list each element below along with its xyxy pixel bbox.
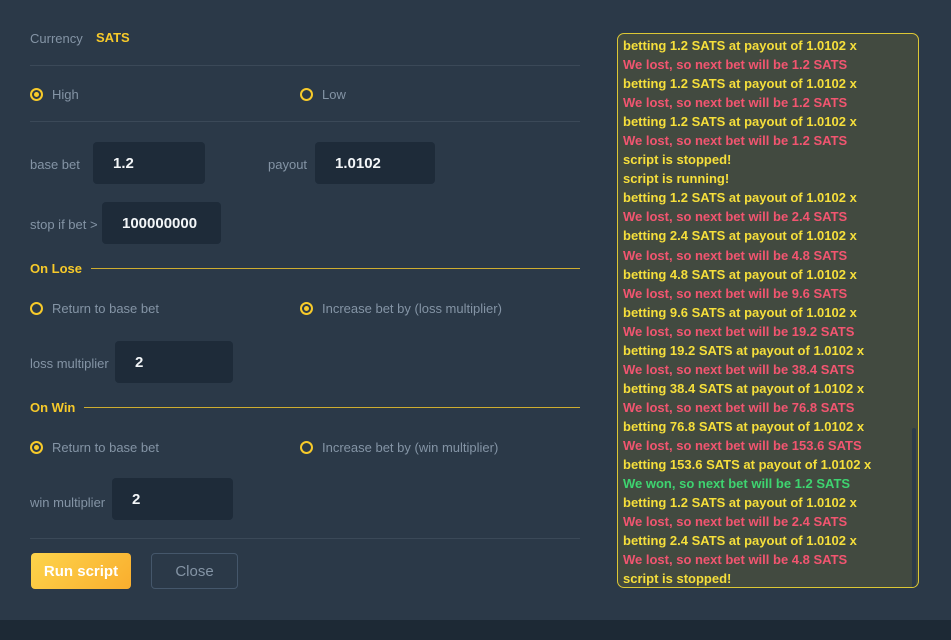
on-lose-heading-text: On Lose (30, 261, 82, 276)
log-line-bet: betting 1.2 SATS at payout of 1.0102 x (623, 74, 912, 93)
log-line-bet: betting 1.2 SATS at payout of 1.0102 x (623, 188, 912, 207)
log-line-bet: betting 9.6 SATS at payout of 1.0102 x (623, 303, 912, 322)
log-line-status: script is stopped! (623, 150, 912, 169)
log-line-lose: We lost, so next bet will be 19.2 SATS (623, 322, 912, 341)
currency-selected-value[interactable]: SATS (96, 30, 130, 45)
base-bet-label: base bet (30, 157, 80, 172)
log-line-bet: betting 19.2 SATS at payout of 1.0102 x (623, 341, 912, 360)
radio-high-label: High (52, 87, 79, 102)
bet-direction-low-option[interactable]: Low (300, 87, 346, 102)
radio-lose-return-label: Return to base bet (52, 301, 159, 316)
log-line-bet: betting 2.4 SATS at payout of 1.0102 x (623, 531, 912, 550)
radio-low-icon (300, 88, 313, 101)
radio-high-icon (30, 88, 43, 101)
on-lose-heading: On Lose (30, 261, 580, 276)
script-log-console[interactable]: betting 1.2 SATS at payout of 1.0102 xWe… (617, 33, 919, 588)
divider (30, 121, 580, 122)
divider (30, 538, 580, 539)
log-line-bet: betting 2.4 SATS at payout of 1.0102 x (623, 226, 912, 245)
radio-low-label: Low (322, 87, 346, 102)
win-multiplier-label: win multiplier (30, 495, 105, 510)
log-line-status: script is running! (623, 169, 912, 188)
log-line-bet: betting 1.2 SATS at payout of 1.0102 x (623, 112, 912, 131)
log-line-bet: betting 1.2 SATS at payout of 1.0102 x (623, 36, 912, 55)
log-line-lose: We lost, so next bet will be 1.2 SATS (623, 93, 912, 112)
log-line-bet: betting 4.8 SATS at payout of 1.0102 x (623, 265, 912, 284)
log-line-lose: We lost, so next bet will be 4.8 SATS (623, 550, 912, 569)
base-bet-input[interactable] (93, 142, 205, 184)
on-win-return-option[interactable]: Return to base bet (30, 440, 159, 455)
run-script-button[interactable]: Run script (31, 553, 131, 589)
footer-bar (0, 620, 951, 640)
on-lose-return-option[interactable]: Return to base bet (30, 301, 159, 316)
on-win-heading: On Win (30, 400, 580, 415)
log-scrollbar-thumb[interactable] (912, 428, 916, 588)
log-line-bet: betting 38.4 SATS at payout of 1.0102 x (623, 379, 912, 398)
stop-if-bet-label: stop if bet > (30, 217, 98, 232)
heading-rule (84, 407, 580, 408)
radio-lose-increase-icon (300, 302, 313, 315)
radio-win-return-label: Return to base bet (52, 440, 159, 455)
radio-win-increase-label: Increase bet by (win multiplier) (322, 440, 498, 455)
close-button[interactable]: Close (151, 553, 238, 589)
win-multiplier-input[interactable] (112, 478, 233, 520)
payout-label: payout (268, 157, 307, 172)
log-line-bet: betting 76.8 SATS at payout of 1.0102 x (623, 417, 912, 436)
loss-multiplier-input[interactable] (115, 341, 233, 383)
log-line-bet: betting 1.2 SATS at payout of 1.0102 x (623, 493, 912, 512)
heading-rule (91, 268, 580, 269)
log-line-bet: betting 153.6 SATS at payout of 1.0102 x (623, 455, 912, 474)
log-line-lose: We lost, so next bet will be 2.4 SATS (623, 207, 912, 226)
log-line-lose: We lost, so next bet will be 1.2 SATS (623, 55, 912, 74)
log-line-lose: We lost, so next bet will be 153.6 SATS (623, 436, 912, 455)
log-line-lose: We lost, so next bet will be 1.2 SATS (623, 131, 912, 150)
log-line-lose: We lost, so next bet will be 38.4 SATS (623, 360, 912, 379)
payout-input[interactable] (315, 142, 435, 184)
bet-direction-high-option[interactable]: High (30, 87, 79, 102)
currency-label: Currency (30, 31, 83, 46)
log-line-win: We won, so next bet will be 1.2 SATS (623, 474, 912, 493)
radio-win-increase-icon (300, 441, 313, 454)
on-win-heading-text: On Win (30, 400, 75, 415)
radio-lose-increase-label: Increase bet by (loss multiplier) (322, 301, 502, 316)
log-line-lose: We lost, so next bet will be 76.8 SATS (623, 398, 912, 417)
loss-multiplier-label: loss multiplier (30, 356, 109, 371)
log-line-status: script is stopped! (623, 569, 912, 588)
radio-win-return-icon (30, 441, 43, 454)
log-line-lose: We lost, so next bet will be 2.4 SATS (623, 512, 912, 531)
radio-lose-return-icon (30, 302, 43, 315)
log-line-lose: We lost, so next bet will be 9.6 SATS (623, 284, 912, 303)
divider (30, 65, 580, 66)
stop-if-bet-input[interactable] (102, 202, 221, 244)
on-lose-increase-option[interactable]: Increase bet by (loss multiplier) (300, 301, 502, 316)
on-win-increase-option[interactable]: Increase bet by (win multiplier) (300, 440, 498, 455)
log-line-lose: We lost, so next bet will be 4.8 SATS (623, 246, 912, 265)
